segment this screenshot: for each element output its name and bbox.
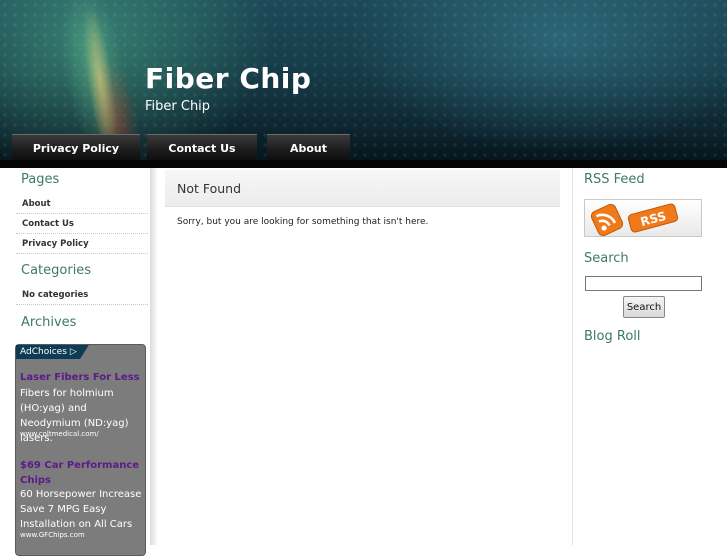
categories-heading: Categories <box>21 263 92 278</box>
blog-roll-heading: Blog Roll <box>584 329 641 344</box>
right-sidebar-divider <box>572 168 573 545</box>
ad-block: AdChoices ▷ Laser Fibers For Less Fibers… <box>15 344 146 556</box>
ad-title-laser-fibers[interactable]: Laser Fibers For Less <box>20 372 140 383</box>
search-button[interactable]: Search <box>623 296 665 318</box>
nav-contact-us[interactable]: Contact Us <box>147 134 257 162</box>
ad-url-car-chips[interactable]: www.GFChips.com <box>20 531 85 539</box>
search-input[interactable] <box>585 276 702 291</box>
header-bottom-bar <box>0 160 727 168</box>
left-sidebar-shadow <box>150 168 158 545</box>
page-title: Not Found <box>177 181 242 196</box>
site-title[interactable]: Fiber Chip <box>145 62 311 95</box>
rss-feed-button[interactable]: RSS <box>584 199 702 237</box>
ad-url-laser-fibers[interactable]: www.coltmedical.com/ <box>20 430 99 438</box>
search-heading: Search <box>584 251 629 266</box>
sidebar-page-about[interactable]: About <box>16 194 148 214</box>
archives-heading: Archives <box>21 315 77 330</box>
nav-privacy-policy[interactable]: Privacy Policy <box>12 134 140 162</box>
ad-body-car-chips: 60 Horsepower Increase Save 7 MPG Easy I… <box>20 489 142 530</box>
sidebar-no-categories: No categories <box>16 285 148 305</box>
rss-feed-icon: RSS <box>590 203 679 237</box>
sidebar-page-contact-us[interactable]: Contact Us <box>16 214 148 234</box>
nav-about[interactable]: About <box>267 134 350 162</box>
post-title-box: Not Found <box>165 170 560 207</box>
not-found-message: Sorry, but you are looking for something… <box>177 217 429 227</box>
adchoices-label: AdChoices <box>20 347 67 357</box>
adchoices-badge[interactable]: AdChoices ▷ <box>16 345 89 359</box>
rss-feed-heading: RSS Feed <box>584 172 645 187</box>
pages-heading: Pages <box>21 172 60 187</box>
adchoices-play-icon: ▷ <box>69 347 77 357</box>
site-tagline: Fiber Chip <box>145 99 211 114</box>
ad-title-car-chips[interactable]: $69 Car Performance Chips <box>20 458 140 488</box>
sidebar-page-privacy-policy[interactable]: Privacy Policy <box>16 234 148 254</box>
site-header: Fiber Chip Fiber Chip Privacy Policy Con… <box>0 0 727 162</box>
